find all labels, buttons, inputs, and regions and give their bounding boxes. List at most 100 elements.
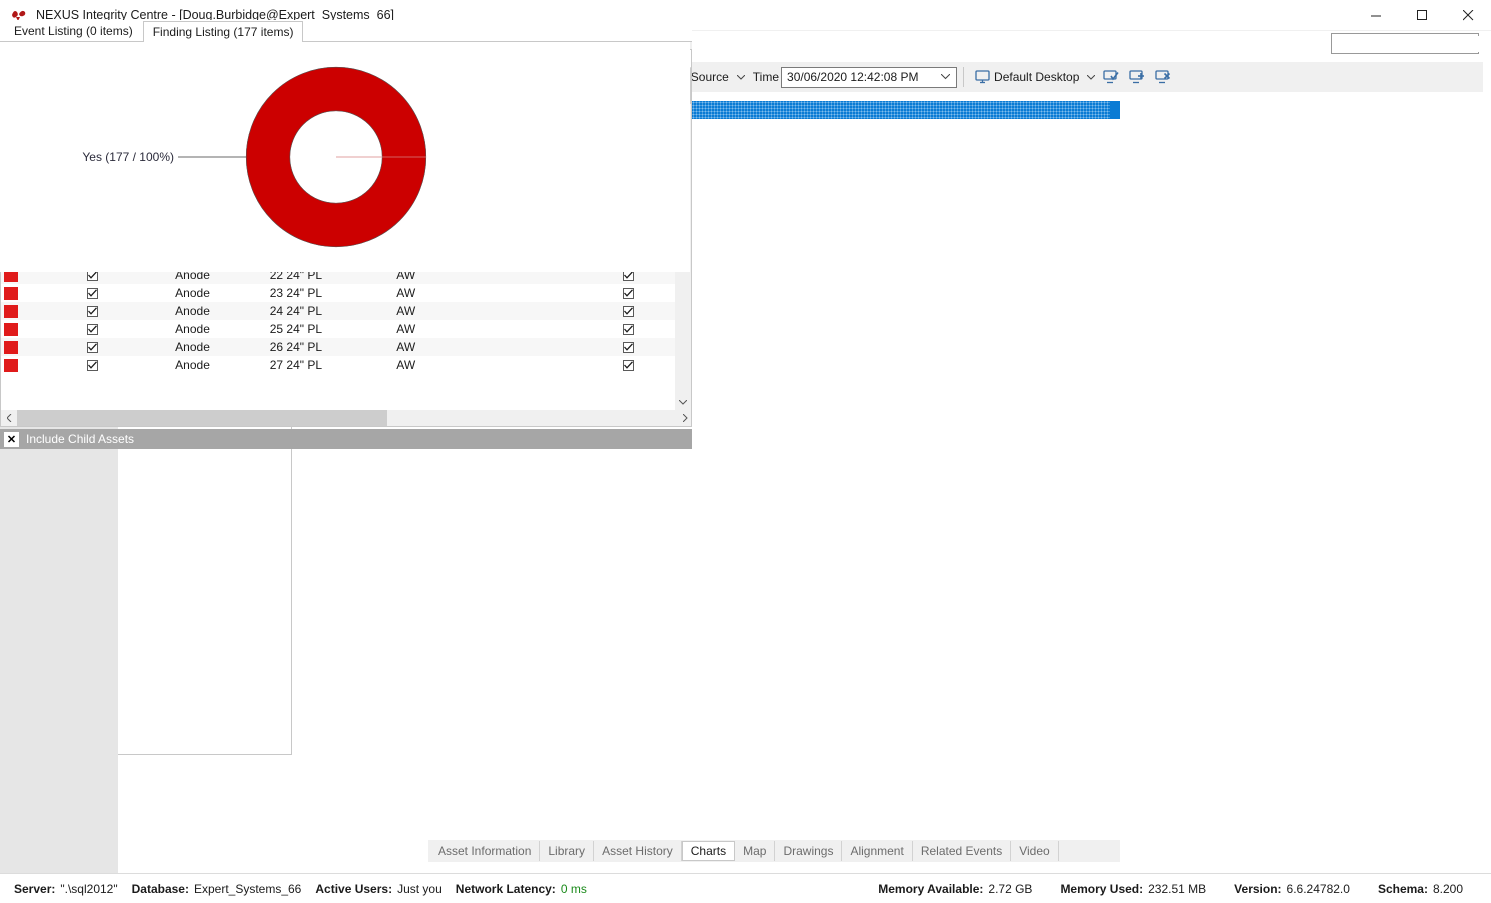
table-row[interactable]: Anode 27 24" PL AW (1, 356, 675, 374)
cell-reviewed (62, 356, 122, 374)
close-icon[interactable]: ✕ (4, 431, 19, 447)
cell-number-asset: 23 24" PL (269, 286, 323, 300)
tab-alignment[interactable]: Alignment (842, 841, 913, 861)
cell-code: AW (396, 340, 416, 354)
severity-swatch (4, 304, 18, 318)
maximize-button[interactable] (1399, 0, 1445, 31)
include-child-assets-bar[interactable]: ✕ Include Child Assets (0, 429, 692, 449)
time-value-input[interactable]: 30/06/2020 12:42:08 PM (781, 66, 958, 88)
status-item-value: 0 ms (560, 881, 587, 896)
tab-library[interactable]: Library (540, 841, 595, 861)
table-row[interactable]: Anode 23 24" PL AW (1, 284, 675, 302)
severity-swatch (4, 340, 18, 354)
cell-remedial-action (497, 302, 583, 320)
row-checkbox[interactable] (623, 287, 635, 299)
status-item: Version: 6.6.24782.0 (1234, 882, 1350, 896)
cell-c (122, 320, 144, 338)
status-item-value: 6.6.24782.0 (1286, 881, 1350, 896)
row-checkbox[interactable] (623, 305, 635, 317)
cell-code: AW (396, 286, 416, 300)
row-checkbox[interactable] (86, 323, 98, 335)
status-item: Database: Expert_Systems_66 (132, 882, 302, 896)
table-row[interactable]: Anode 25 24" PL AW (1, 320, 675, 338)
global-search[interactable] (1331, 33, 1491, 54)
row-checkbox[interactable] (623, 359, 635, 371)
table-row[interactable]: Anode 26 24" PL AW (1, 338, 675, 356)
status-item: Schema: 8.200 (1378, 882, 1463, 896)
cell-flag (1, 302, 21, 320)
tab-charts[interactable]: Charts (681, 841, 736, 861)
status-item-key: Version: (1234, 881, 1282, 896)
chevron-down-icon[interactable] (675, 394, 691, 410)
cell-code: AW (396, 304, 416, 318)
time-label: Time (748, 65, 781, 89)
row-checkbox[interactable] (86, 287, 98, 299)
grid-hscroll-thumb[interactable] (17, 410, 387, 426)
cell-reason (428, 338, 496, 356)
status-item-value: 232.51 MB (1148, 881, 1207, 896)
cell-code: AW (396, 322, 416, 336)
cell-anomaly-required (582, 302, 675, 320)
tab-asset-information[interactable]: Asset Information (430, 841, 541, 861)
cell-reviewed (62, 338, 122, 356)
status-right-group: Memory Available: 2.72 GB Memory Used: 232.… (878, 882, 1491, 896)
minimize-button[interactable] (1353, 0, 1399, 31)
pie-donut (245, 66, 427, 248)
cell-asset (325, 302, 393, 320)
chevron-right-icon[interactable] (677, 410, 691, 426)
search-input[interactable] (1340, 35, 1491, 52)
cell-asset (325, 338, 393, 356)
cell-number-asset: 27 24" PL (269, 358, 323, 372)
cell-anomaly-required (582, 284, 675, 302)
cell-event-type: Anode (175, 286, 210, 300)
status-item: Memory Used: 232.51 MB (1060, 882, 1206, 896)
cell-remedial-action (497, 320, 583, 338)
cell-asset (325, 356, 393, 374)
cell-c (122, 302, 144, 320)
monitor-delete-icon (1155, 70, 1171, 84)
tab-finding-listing[interactable]: Finding Listing (177 items) (142, 21, 304, 42)
tab-related-events[interactable]: Related Events (913, 841, 1012, 861)
cell-remedial-action (497, 338, 583, 356)
status-item-key: Memory Available: (878, 881, 984, 896)
desktop-add-button[interactable] (1124, 65, 1150, 89)
tab-map[interactable]: Map (735, 841, 776, 861)
time-source-dropdown-chevron-down-icon[interactable] (734, 65, 748, 89)
cell-reviewed (62, 320, 122, 338)
cell-anomaly-required (582, 356, 675, 374)
row-checkbox[interactable] (86, 359, 98, 371)
monitor-check-icon (1103, 70, 1120, 84)
tab-asset-history[interactable]: Asset History (594, 841, 682, 861)
listing-tabs: Event Listing (0 items) Finding Listing … (0, 20, 692, 42)
cell-anomaly-required (582, 320, 675, 338)
tab-event-listing[interactable]: Event Listing (0 items) (4, 20, 143, 41)
row-checkbox[interactable] (86, 341, 98, 353)
cell-v (40, 356, 62, 374)
cell-flag (1, 356, 21, 374)
close-button[interactable] (1445, 0, 1491, 31)
row-checkbox[interactable] (623, 323, 635, 335)
row-checkbox[interactable] (623, 341, 635, 353)
monitor-plus-icon (1129, 70, 1145, 84)
status-item-value: Just you (397, 881, 442, 896)
pie-chart[interactable]: Yes (177 / 100%) (0, 42, 690, 272)
row-checkbox[interactable] (86, 305, 98, 317)
cell-flag (1, 338, 21, 356)
desktop-apply-button[interactable] (1098, 65, 1124, 89)
desktop-remove-button[interactable] (1150, 65, 1176, 89)
desktop-dropdown-chevron-down-icon[interactable] (1084, 65, 1098, 89)
pie-chart-svg: Yes (177 / 100%) (82, 66, 427, 248)
table-row[interactable]: Anode 24 24" PL AW (1, 302, 675, 320)
tab-video[interactable]: Video (1011, 841, 1059, 861)
cell-v (40, 284, 62, 302)
cell-asset (325, 320, 393, 338)
status-item-key: Database: (131, 881, 189, 896)
grid-horizontal-scrollbar[interactable] (1, 410, 691, 426)
chevron-left-icon[interactable] (1, 410, 17, 426)
status-item: Server: ".\sql2012" (14, 882, 118, 896)
chevron-down-icon[interactable] (940, 72, 954, 83)
time-label-text: Time (752, 70, 780, 84)
default-desktop-button[interactable]: Default Desktop (970, 65, 1084, 89)
cell-v (40, 338, 62, 356)
tab-drawings[interactable]: Drawings (775, 841, 843, 861)
